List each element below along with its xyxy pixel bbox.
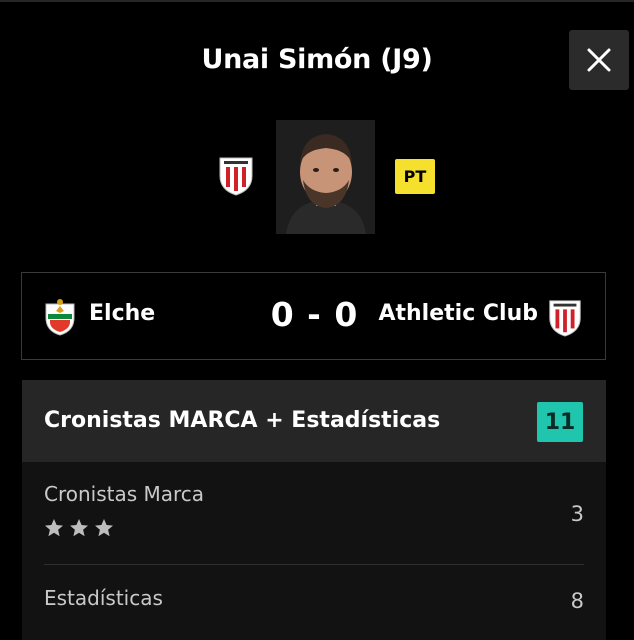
athletic-club-crest-icon: [219, 157, 253, 196]
rating-row-cronistas: Cronistas Marca 3: [44, 482, 584, 565]
rating-row-value: 8: [570, 589, 584, 613]
rating-row-label: Estadísticas: [44, 586, 163, 610]
player-photo-icon: [276, 120, 375, 234]
home-team-name: Elche: [89, 301, 156, 326]
close-icon: [587, 48, 611, 72]
elche-crest-icon: [45, 299, 75, 336]
rating-row-estadisticas: Estadísticas 8: [44, 586, 584, 626]
star-icon: [45, 519, 63, 537]
star-icon: [70, 519, 88, 537]
rating-panel: Cronistas MARCA + Estadísticas 11 Cronis…: [22, 380, 606, 640]
rating-panel-title: Cronistas MARCA + Estadísticas: [44, 408, 441, 433]
close-button[interactable]: [569, 30, 629, 90]
rating-row-label: Cronistas Marca: [44, 482, 205, 506]
match-summary: Elche 0 - 0 Athletic Club: [21, 272, 606, 360]
position-badge: PT: [395, 159, 435, 194]
player-photo: [276, 120, 375, 234]
player-rating-modal: Unai Simón (J9) PT Elche 0 - 0 Athletic …: [0, 0, 634, 640]
athletic-club-crest-icon: [549, 300, 581, 337]
rating-panel-header: Cronistas MARCA + Estadísticas 11: [22, 380, 606, 462]
match-score: 0 - 0: [270, 295, 359, 334]
total-rating-badge: 11: [537, 402, 583, 442]
away-team-name: Athletic Club: [378, 301, 538, 326]
player-title: Unai Simón (J9): [201, 44, 433, 75]
rating-row-value: 3: [570, 502, 584, 526]
star-icon: [95, 519, 113, 537]
player-hero: PT: [0, 120, 634, 234]
star-rating: [44, 518, 114, 538]
